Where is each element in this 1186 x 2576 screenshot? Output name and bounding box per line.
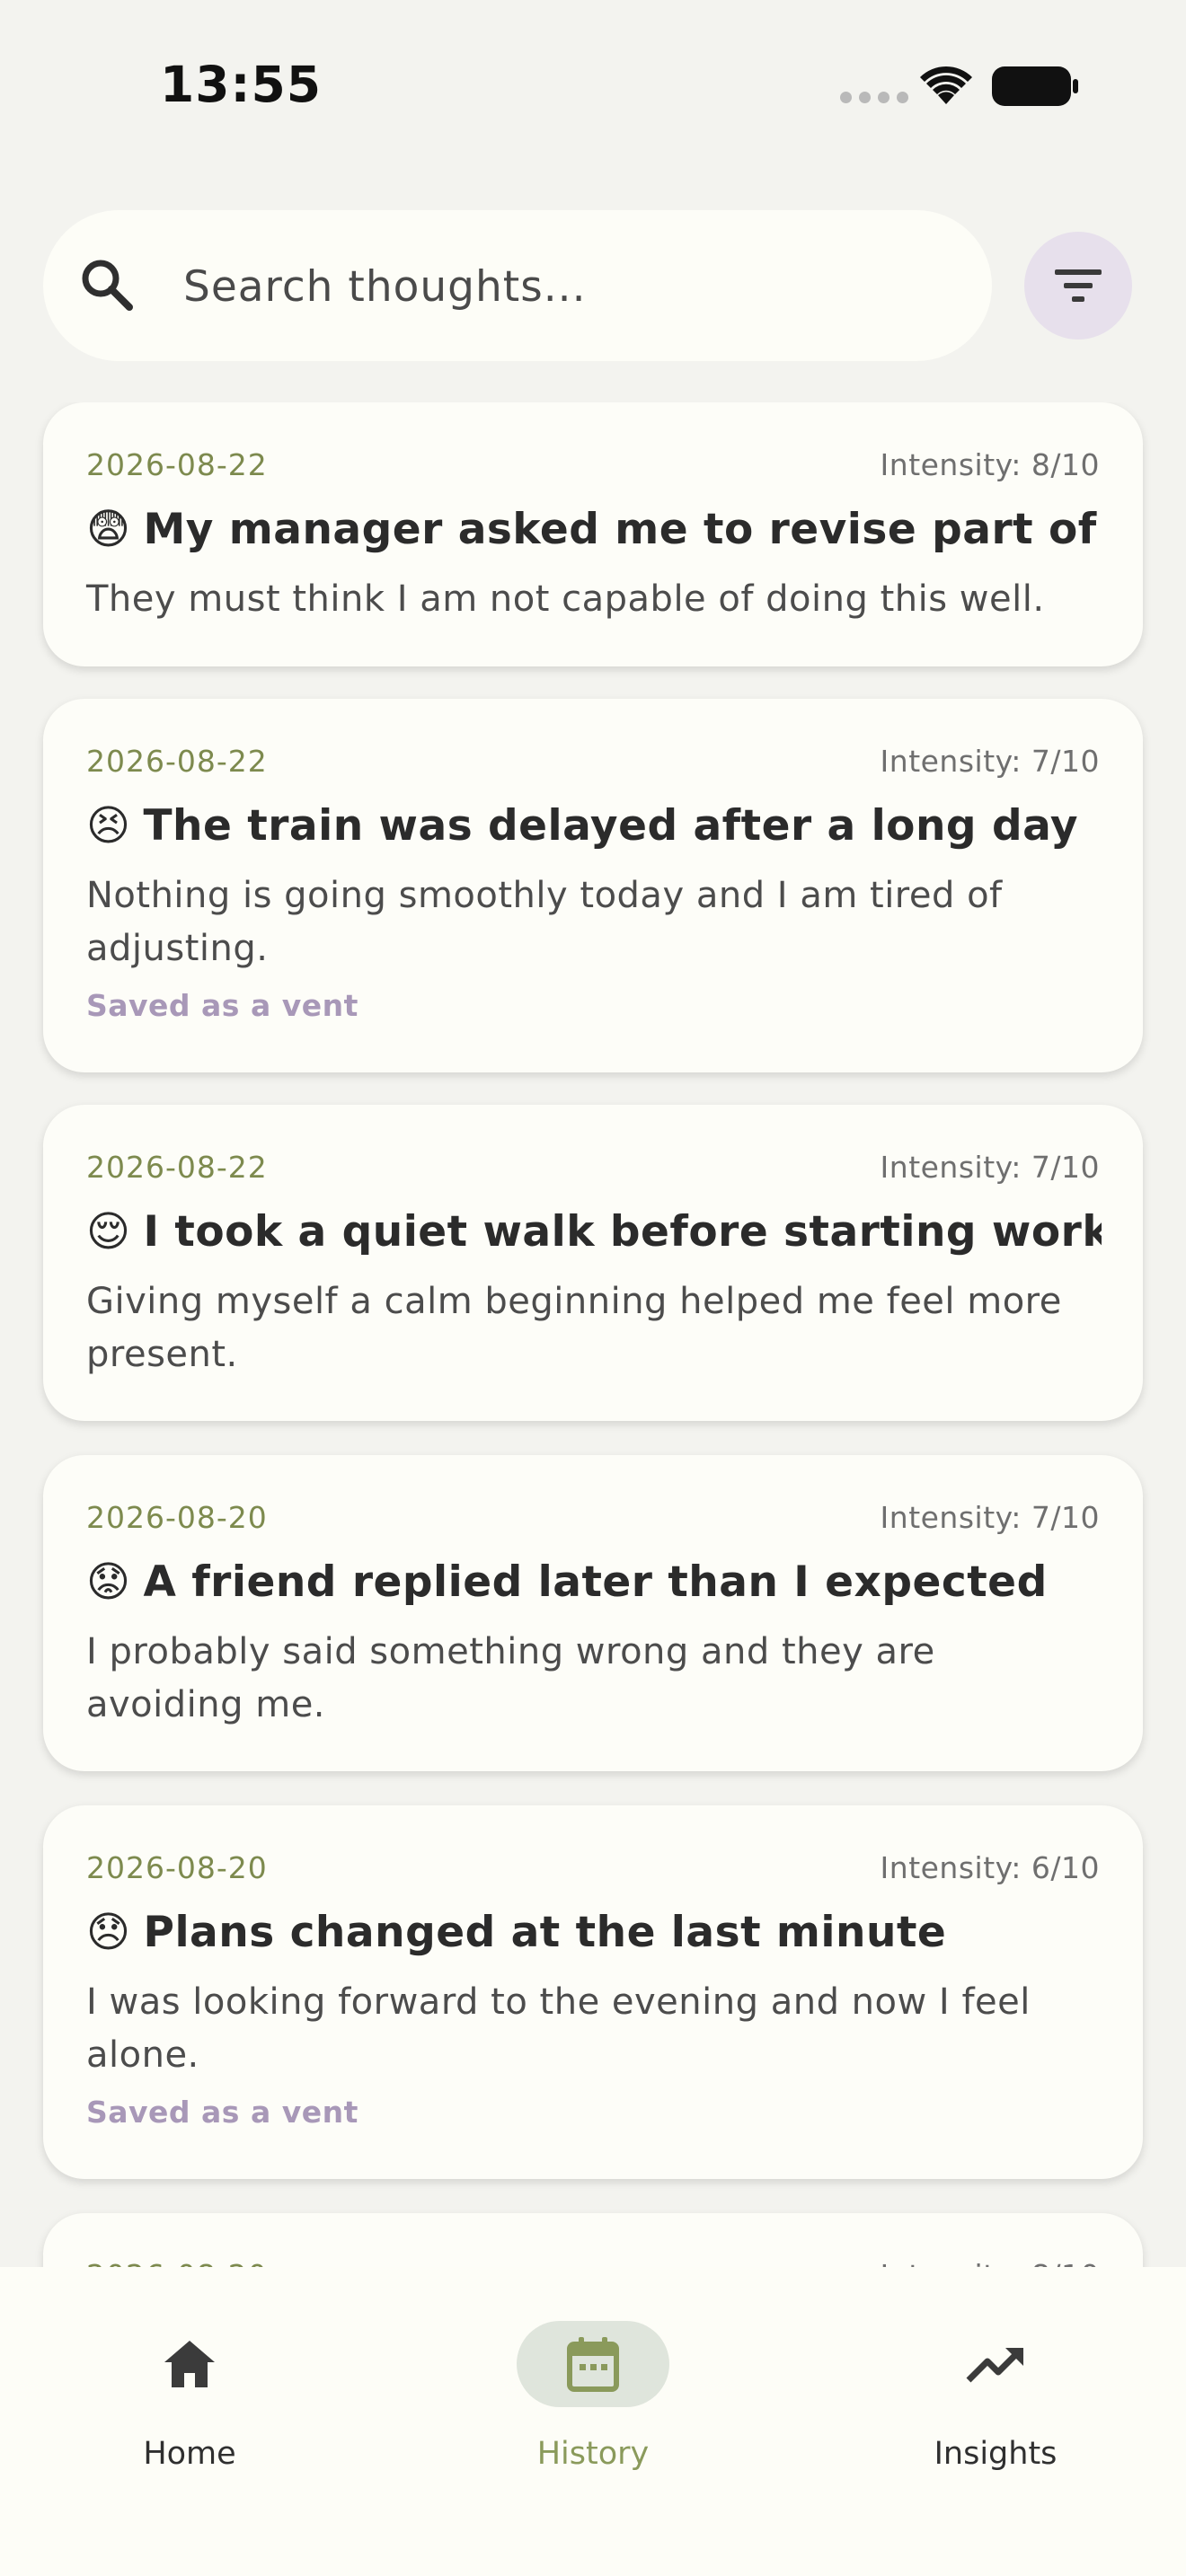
wifi-icon	[920, 66, 972, 104]
entry-title-text: My manager asked me to revise part of a …	[143, 505, 1102, 554]
search-input[interactable]	[183, 255, 938, 318]
thought-card[interactable]: 2026-08-22 Intensity: 8/10 😨 My manager a…	[43, 402, 1143, 666]
nav-insights-indicator	[919, 2321, 1072, 2407]
entry-date: 2026-08-20	[86, 2258, 268, 2267]
thought-card[interactable]: 2026-08-20 Intensity: 7/10 😟 A friend rep…	[43, 1455, 1143, 1771]
entry-thought: They must think I am not capable of doin…	[86, 578, 1045, 620]
nav-history-indicator	[517, 2321, 669, 2407]
mood-emoji-icon: 😣	[86, 801, 131, 851]
entry-title-text: I took a quiet walk before starting work	[143, 1207, 1102, 1257]
status-time: 13:55	[160, 56, 323, 113]
entry-thought: Nothing is going smoothly today and I am…	[86, 875, 1003, 969]
nav-home[interactable]: Home	[82, 2301, 297, 2481]
bottom-navigation: Home History Insights	[0, 2267, 1186, 2576]
thought-card[interactable]: 2026-08-20 Intensity: 6/10 😞 Plans change…	[43, 1805, 1143, 2179]
cellular-signal-icon	[840, 92, 908, 103]
mood-emoji-icon: 😟	[86, 1557, 131, 1607]
thought-card[interactable]: 2026-08-22 Intensity: 7/10 😣 The train wa…	[43, 699, 1143, 1072]
mood-emoji-icon: 😞	[86, 1908, 131, 1957]
status-bar: 13:55	[0, 0, 1186, 180]
calendar-icon	[567, 2337, 619, 2392]
nav-home-label: Home	[143, 2436, 236, 2472]
thought-card[interactable]: 2026-08-20 Intensity: 8/10	[43, 2213, 1143, 2267]
nav-history-label: History	[536, 2436, 650, 2472]
entry-intensity: Intensity: 7/10	[880, 1500, 1100, 1535]
entry-date: 2026-08-22	[86, 447, 268, 482]
entry-intensity: Intensity: 7/10	[880, 1150, 1100, 1185]
vent-tag: Saved as a vent	[86, 2095, 358, 2130]
entry-date: 2026-08-20	[86, 1850, 268, 1885]
battery-icon	[992, 66, 1078, 106]
nav-insights-label: Insights	[934, 2436, 1058, 2472]
entry-title-text: Plans changed at the last minute	[143, 1908, 947, 1957]
vent-tag: Saved as a vent	[86, 988, 358, 1023]
nav-insights[interactable]: Insights	[888, 2301, 1103, 2481]
entry-intensity: Intensity: 8/10	[881, 2258, 1100, 2267]
entry-date: 2026-08-20	[86, 1500, 268, 1535]
entry-title: 😞 Plans changed at the last minute	[86, 1908, 1102, 1957]
nav-home-indicator	[113, 2321, 266, 2407]
entry-title: 😌 I took a quiet walk before starting wor…	[86, 1207, 1102, 1257]
entry-intensity: Intensity: 8/10	[880, 447, 1100, 482]
entry-title: 😣 The train was delayed after a long day	[86, 801, 1102, 851]
entry-thought: I was looking forward to the evening and…	[86, 1981, 1031, 2076]
mood-emoji-icon: 😨	[86, 505, 131, 554]
entry-date: 2026-08-22	[86, 744, 268, 779]
trending-up-icon	[966, 2348, 1023, 2383]
entry-title-text: A friend replied later than I expected	[143, 1557, 1048, 1607]
thought-list[interactable]: 2026-08-22 Intensity: 8/10 😨 My manager a…	[0, 402, 1186, 2267]
mood-emoji-icon: 😌	[86, 1207, 131, 1257]
entry-title-text: The train was delayed after a long day	[143, 801, 1078, 851]
home-icon	[164, 2341, 215, 2387]
entry-thought: Giving myself a calm beginning helped me…	[86, 1281, 1062, 1375]
filter-icon	[1055, 269, 1102, 302]
search-icon[interactable]	[79, 257, 135, 313]
thought-card[interactable]: 2026-08-22 Intensity: 7/10 😌 I took a qui…	[43, 1105, 1143, 1421]
entry-intensity: Intensity: 7/10	[880, 744, 1100, 779]
filter-button[interactable]	[1024, 232, 1132, 340]
entry-date: 2026-08-22	[86, 1150, 268, 1185]
entry-thought: I probably said something wrong and they…	[86, 1631, 935, 1725]
nav-history[interactable]: History	[485, 2301, 701, 2481]
entry-title: 😟 A friend replied later than I expected	[86, 1557, 1102, 1607]
entry-intensity: Intensity: 6/10	[880, 1850, 1100, 1885]
entry-title: 😨 My manager asked me to revise part of a…	[86, 505, 1102, 554]
